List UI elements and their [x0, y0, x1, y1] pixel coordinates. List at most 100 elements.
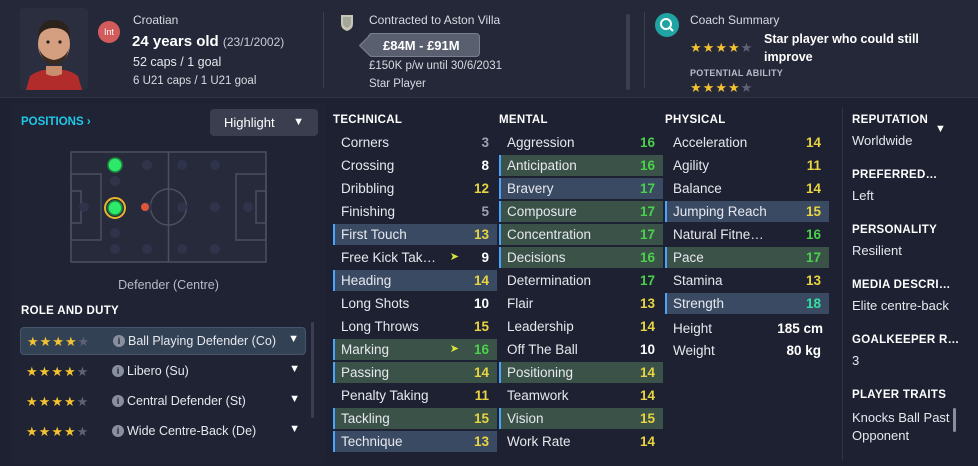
attribute-row[interactable]: Concentration 17 [499, 224, 663, 245]
attribute-row[interactable]: Long Shots 10 [333, 293, 497, 314]
attribute-row[interactable]: Free Kick Tak… ➤ 9 [333, 247, 497, 268]
attribute-value: 3 [481, 135, 489, 150]
attribute-name: Natural Fitne… [673, 227, 764, 242]
attribute-row[interactable]: Balance 14 [665, 178, 829, 199]
highlight-dropdown[interactable]: Highlight ▼ [210, 109, 318, 136]
attribute-row[interactable]: Composure 17 [499, 201, 663, 222]
international-badge: Int [98, 21, 120, 43]
attribute-row[interactable]: Tackling 15 [333, 408, 497, 429]
attribute-name: Aggression [507, 135, 575, 150]
attribute-row[interactable]: Jumping Reach 15 [665, 201, 829, 222]
key-attribute-marker [499, 247, 501, 268]
attribute-row[interactable]: Marking ➤ 16 [333, 339, 497, 360]
attribute-name: Concentration [507, 227, 592, 242]
attribute-row[interactable]: Anticipation 16 [499, 155, 663, 176]
contract-title: Contracted to Aston Villa [369, 13, 501, 27]
attribute-name: Work Rate [507, 434, 571, 449]
attribute-value: 14 [473, 365, 489, 380]
attribute-name: Passing [341, 365, 390, 380]
search-icon[interactable] [655, 13, 679, 37]
attribute-name: Tackling [341, 411, 390, 426]
attribute-value: 8 [481, 158, 489, 173]
attribute-row[interactable]: Strength 18 [665, 293, 829, 314]
main-position-marker [107, 200, 123, 216]
attribute-value: 17 [639, 181, 655, 196]
attribute-value: 14 [805, 135, 821, 150]
attribute-value: 14 [639, 319, 655, 334]
chevron-down-icon[interactable]: ▼ [289, 423, 300, 435]
attribute-row[interactable]: Long Throws 15 [333, 316, 497, 337]
star-icon: ★ [64, 334, 77, 349]
attribute-row[interactable]: Stamina 13 [665, 270, 829, 291]
info-icon[interactable]: i [112, 365, 124, 377]
role-stars: ★ ★ ★ ★ ★ [26, 365, 88, 378]
preferred-foot-value: Left [852, 188, 874, 203]
attribute-value: 17 [805, 250, 821, 265]
trend-arrow-icon: ➤ [449, 343, 459, 355]
attribute-row[interactable]: Decisions 16 [499, 247, 663, 268]
positions-link[interactable]: POSITIONS › [21, 116, 91, 128]
info-icon[interactable]: i [112, 425, 124, 437]
chevron-down-icon[interactable]: ▼ [935, 123, 946, 135]
info-scrollbar[interactable] [953, 408, 956, 432]
star-icon: ★ [690, 80, 702, 95]
attribute-row[interactable]: Flair 13 [499, 293, 663, 314]
attribute-row[interactable]: Vision 15 [499, 408, 663, 429]
attribute-row[interactable]: Acceleration 14 [665, 132, 829, 153]
role-name: Central Defender (St) [127, 394, 246, 408]
attribute-row[interactable]: Leadership 14 [499, 316, 663, 337]
role-row[interactable]: ★ ★ ★ ★ ★ i Central Defender (St) ▼ [20, 388, 306, 416]
header-scrollbar[interactable] [626, 14, 630, 90]
height-value: 185 cm [777, 321, 823, 336]
physical-title: PHYSICAL [665, 114, 726, 126]
attribute-name: Bravery [507, 181, 554, 196]
attribute-row[interactable]: Off The Ball 10 [499, 339, 663, 360]
nationality: Croatian [133, 13, 179, 27]
attribute-row[interactable]: Teamwork 14 [499, 385, 663, 406]
attribute-row[interactable]: Agility 11 [665, 155, 829, 176]
squad-status: Star Player [369, 78, 426, 90]
attribute-row[interactable]: First Touch 13 [333, 224, 497, 245]
chevron-down-icon[interactable]: ▼ [288, 333, 299, 345]
attribute-row[interactable]: Natural Fitne… 16 [665, 224, 829, 245]
attribute-row[interactable]: Finishing 5 [333, 201, 497, 222]
trend-arrow-icon: ➤ [449, 251, 459, 263]
info-icon[interactable]: i [113, 335, 125, 347]
attribute-name: Determination [507, 273, 592, 288]
chevron-down-icon[interactable]: ▼ [289, 393, 300, 405]
attribute-row[interactable]: Crossing 8 [333, 155, 497, 176]
position-dot [141, 203, 149, 211]
attribute-row[interactable]: Bravery 17 [499, 178, 663, 199]
role-list-scrollbar[interactable] [311, 322, 314, 418]
attribute-row[interactable]: Corners 3 [333, 132, 497, 153]
attribute-name: Crossing [341, 158, 395, 173]
attribute-value: 13 [473, 434, 489, 449]
attribute-name: Balance [673, 181, 722, 196]
role-row[interactable]: ★ ★ ★ ★ ★ i Libero (Su) ▼ [20, 358, 306, 386]
attribute-row[interactable]: Aggression 16 [499, 132, 663, 153]
info-icon[interactable]: i [112, 395, 124, 407]
attribute-value: 16 [639, 135, 655, 150]
attribute-value: 14 [473, 273, 489, 288]
pitch-diagram [70, 151, 267, 263]
attribute-row[interactable]: Technique 13 [333, 431, 497, 452]
attribute-row[interactable]: Positioning 14 [499, 362, 663, 383]
attribute-name: Anticipation [507, 158, 577, 173]
attribute-row[interactable]: Dribbling 12 [333, 178, 497, 199]
attribute-name: Positioning [507, 365, 574, 380]
attribute-row[interactable]: Penalty Taking 11 [333, 385, 497, 406]
attribute-row[interactable]: Passing 14 [333, 362, 497, 383]
role-row[interactable]: ★ ★ ★ ★ ★ i Ball Playing Defender (Co) ▼ [20, 327, 306, 355]
divider [323, 12, 324, 88]
role-stars: ★ ★ ★ ★ ★ [27, 335, 89, 348]
attribute-row[interactable]: Pace 17 [665, 247, 829, 268]
player-traits-label: PLAYER TRAITS [852, 389, 947, 401]
key-attribute-marker [333, 362, 335, 383]
attribute-value: 14 [639, 434, 655, 449]
role-row[interactable]: ★ ★ ★ ★ ★ i Wide Centre-Back (De) ▼ [20, 418, 306, 446]
attribute-row[interactable]: Determination 17 [499, 270, 663, 291]
attribute-value: 13 [805, 273, 821, 288]
attribute-row[interactable]: Work Rate 14 [499, 431, 663, 452]
attribute-row[interactable]: Heading 14 [333, 270, 497, 291]
chevron-down-icon[interactable]: ▼ [289, 363, 300, 375]
